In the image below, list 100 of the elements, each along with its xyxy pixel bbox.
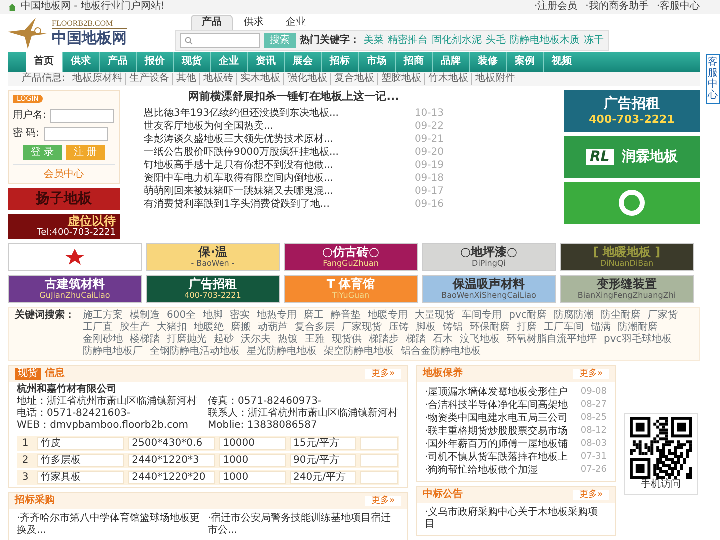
keyword-link[interactable]: 星光防静电地板 <box>247 346 317 358</box>
more-button[interactable]: 更多» <box>573 490 609 500</box>
ad-banner[interactable] <box>564 182 700 224</box>
keyword-link[interactable]: 工厂直 <box>83 322 113 334</box>
keyword-link[interactable]: 密实 <box>230 310 250 322</box>
subnav-link[interactable]: 地板原材料 <box>69 73 126 85</box>
keyword-link[interactable]: 模制造 <box>130 310 160 322</box>
nav-tab[interactable]: 首页 <box>26 52 62 72</box>
subnav-link[interactable]: 生产设备 <box>125 73 172 85</box>
ad-tile[interactable]: ○仿古砖○ FangGuZhuan <box>284 243 418 271</box>
member-center-link[interactable]: 会员中心 <box>44 169 84 180</box>
subnav-link[interactable]: 强化地板 <box>283 73 330 85</box>
keyword-link[interactable]: 梯踏步 <box>369 334 399 346</box>
keyword-link[interactable]: 动葫芦 <box>258 322 288 334</box>
top-link[interactable]: ·客服中心 <box>656 1 700 13</box>
keyword-link[interactable]: 600全 <box>167 310 196 322</box>
news-headline[interactable]: 网前横溧舒展扣杀一锤钉在地板上这一记... <box>136 90 452 104</box>
login-button[interactable]: 登 录 <box>22 145 62 160</box>
keyword-link[interactable]: 胶生产 <box>120 322 150 334</box>
keyword-link[interactable]: 地暖绝 <box>194 322 224 334</box>
search-tab[interactable]: 供求 <box>233 15 275 30</box>
input-field[interactable] <box>44 127 108 141</box>
ad-banner[interactable]: RL 润霖地板 <box>564 136 700 178</box>
keyword-link[interactable]: 打磨抛光 <box>167 334 207 346</box>
keyword-link[interactable]: 脚板 <box>416 322 436 334</box>
keyword-link[interactable]: 地暖专用 <box>368 310 408 322</box>
news-link[interactable]: 钉地板高手感十足只有你想不到没有他做... <box>144 159 334 172</box>
keyword-link[interactable]: 防腐防潮 <box>554 310 594 322</box>
top-link[interactable]: ·我的商务助手 <box>586 1 649 13</box>
more-button[interactable]: 更多» <box>573 368 609 380</box>
keyword-link[interactable]: 打磨 <box>517 322 537 334</box>
keyword-link[interactable]: 王雅 <box>305 334 325 346</box>
ad-tile[interactable]: 保温吸声材料 BaoWenXiShengCaiLiao <box>422 275 556 303</box>
keyword-link[interactable]: 架空防静电地板 <box>324 346 394 358</box>
hot-keyword-link[interactable]: 冻干 <box>584 34 604 46</box>
keyword-link[interactable]: 汶飞地板 <box>460 334 500 346</box>
keyword-link[interactable]: pvc耐磨 <box>509 310 547 322</box>
news-link[interactable]: 世友客厅地板为何全国热卖... <box>144 120 274 134</box>
ad-tile[interactable]: 变形缝装置 BianXingFengZhuangZhi <box>560 275 694 303</box>
keyword-link[interactable]: 大量现货 <box>415 310 456 322</box>
keyword-link[interactable]: 环氧树脂自流平地坪 <box>507 334 597 346</box>
search-tab[interactable]: 企业 <box>275 15 317 30</box>
article-link[interactable]: ·国外年薪百万的师傅一屋地板铺 <box>425 438 568 451</box>
ad-banner[interactable]: 广告招租 400-703-2221 <box>564 90 700 132</box>
ad-tile[interactable]: 古建筑材料 GuJianZhuCaiLiao <box>8 275 142 303</box>
news-link[interactable]: 李彭涛谈久盛地板三大领先优势技术原材... <box>144 133 334 146</box>
top-link[interactable]: ·注册会员 <box>534 1 578 13</box>
subnav-link[interactable]: 地板砖 <box>199 73 236 85</box>
keyword-link[interactable]: 厂家货 <box>648 310 678 322</box>
company-name[interactable]: 杭州和嘉竹材有限公司 <box>17 384 399 396</box>
ad-tile[interactable]: [ 地暖地板 ] DiNuanDiBan <box>560 243 694 271</box>
ad-tile[interactable]: 广告招租 400-703-2221 <box>146 275 280 303</box>
ad-banner[interactable]: 虚位以待 Tel:400-703-2221 <box>8 214 120 239</box>
keyword-link[interactable]: 工厂车间 <box>544 322 584 334</box>
keyword-link[interactable]: 施工方案 <box>83 310 123 322</box>
subnav-link[interactable]: 实木地板 <box>236 73 284 85</box>
ad-banner[interactable]: 扬子地板 <box>8 188 120 210</box>
home-icon[interactable] <box>8 2 17 12</box>
news-link[interactable]: 恩比德3年193亿续约但还没摸到东决地板... <box>144 107 339 120</box>
article-link[interactable]: ·物资类中国电建水电五局三公司 <box>425 412 568 425</box>
ad-tile[interactable]: ○地坪漆○ DiPingQi <box>422 243 556 271</box>
article-link[interactable]: ·司机不慎从货车跌落摔在地板上 <box>425 451 568 464</box>
keyword-link[interactable]: 防尘耐磨 <box>600 310 641 322</box>
award-link[interactable]: ·义乌市政府采购中心关于木地板采购项目 <box>425 507 607 531</box>
keyword-link[interactable]: 楼梯踏 <box>130 334 160 346</box>
keyword-link[interactable]: 防静电地板厂 <box>83 346 143 358</box>
keyword-link[interactable]: 梯踏 <box>406 334 426 346</box>
keyword-link[interactable]: 防潮耐磨 <box>618 322 658 334</box>
news-link[interactable]: 资阳中车电力机车取得有限空间内倒地板... <box>144 172 334 186</box>
keyword-link[interactable]: 车间专用 <box>462 310 502 322</box>
subnav-link[interactable]: 复合地板 <box>330 73 378 85</box>
keyword-link[interactable]: 地热专用 <box>257 310 298 322</box>
article-link[interactable]: ·狗狗帮忙给地板做个加湿 <box>425 464 538 477</box>
keyword-link[interactable]: 大猪扣 <box>157 322 187 334</box>
ad-tile[interactable] <box>8 243 142 271</box>
article-link[interactable]: ·屋顶漏水墙体发霉地板变形住户 <box>425 386 568 399</box>
news-link[interactable]: 有消费贷利率跌到1字头消费贷跌到了地... <box>144 198 330 212</box>
keyword-link[interactable]: 复合多层 <box>295 322 335 334</box>
keyword-link[interactable]: 磨搬 <box>231 322 251 334</box>
keyword-link[interactable]: 铸铝 <box>443 322 463 334</box>
keyword-link[interactable]: 地脚 <box>203 310 224 322</box>
hot-keyword-link[interactable]: 固化剂水泥 <box>432 34 482 46</box>
keyword-link[interactable]: 全钢防静电活动地板 <box>150 346 240 358</box>
news-link[interactable]: 萌萌刚回来被妹猪吓一跳妹猪又去哪鬼混... <box>144 185 334 198</box>
subnav-link[interactable]: 其他 <box>172 73 200 85</box>
keyword-link[interactable]: 金刚砂地 <box>83 334 123 346</box>
tender-link[interactable]: ·齐齐哈尔市第八中学体育馆篮球场地板更换及... <box>17 513 208 537</box>
article-link[interactable]: ·合洁科技半导体净化车间高架地 <box>425 399 568 412</box>
keyword-link[interactable]: 压铸 <box>389 322 409 334</box>
ad-tile[interactable]: 保·温 - BaoWen - <box>146 243 280 271</box>
keyword-link[interactable]: 磨工 <box>304 310 324 322</box>
hot-keyword-link[interactable]: 防静电地板木质 <box>510 34 580 46</box>
subnav-link[interactable]: 塑胶地板 <box>377 73 424 85</box>
article-link[interactable]: ·联丰重格期货炒股股票交易市场 <box>425 425 568 438</box>
hot-keyword-link[interactable]: 头毛 <box>486 34 506 46</box>
hot-keyword-link[interactable]: 美菜 <box>364 34 384 46</box>
hot-keyword-link[interactable]: 精密推台 <box>388 34 428 46</box>
ad-tile[interactable]: T 体育馆 TiYuGuan <box>284 275 418 303</box>
news-link[interactable]: 一纸公告股价吓跌停9000万股疯狂挂地板... <box>144 146 339 160</box>
keyword-link[interactable]: 沃尔夫 <box>241 334 271 346</box>
